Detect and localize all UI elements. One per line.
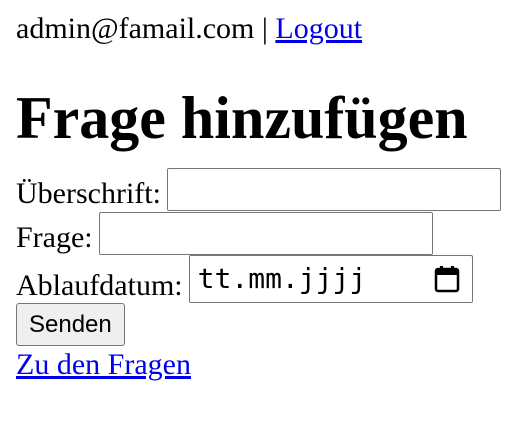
question-row: Frage: (16, 211, 506, 255)
question-input[interactable] (98, 212, 433, 255)
page-title: Frage hinzufügen (16, 85, 468, 151)
expiry-label: Ablaufdatum: (16, 268, 183, 302)
expiry-date-input[interactable]: tt.mm.jjjj (188, 255, 473, 303)
user-bar-separator: | (261, 12, 268, 45)
heading-input[interactable] (166, 168, 501, 211)
calendar-icon[interactable] (434, 265, 460, 293)
add-question-form: Überschrift: Frage: Ablaufdatum: tt.mm.j… (16, 167, 506, 346)
submit-row: Senden (16, 303, 506, 346)
expiry-row: Ablaufdatum: tt.mm.jjjj (16, 255, 506, 303)
heading-row: Überschrift: (16, 167, 506, 211)
expiry-date-placeholder: tt.mm.jjjj (197, 261, 367, 295)
question-label: Frage: (16, 220, 93, 254)
logout-link[interactable]: Logout (275, 12, 362, 45)
page: admin@famail.com | Logout Frage hinzufüg… (0, 0, 522, 383)
submit-button[interactable]: Senden (16, 303, 125, 346)
user-bar: admin@famail.com | Logout (16, 12, 506, 52)
heading-label: Überschrift: (16, 176, 161, 210)
user-email: admin@famail.com (16, 12, 255, 45)
back-to-questions-link[interactable]: Zu den Fragen (16, 348, 191, 383)
